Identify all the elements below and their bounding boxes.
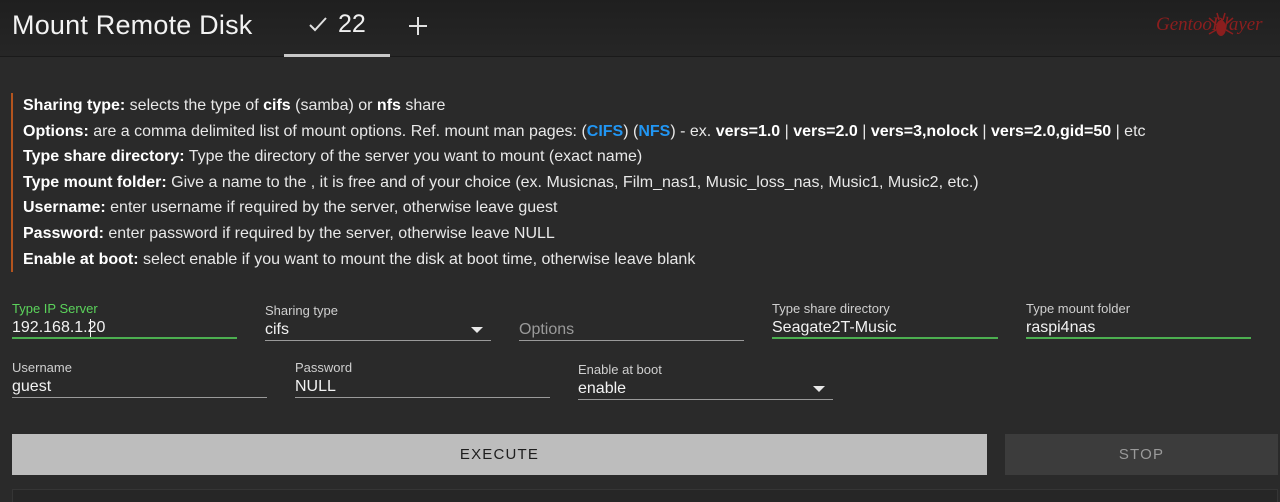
options-field[interactable]: Options — [519, 303, 744, 341]
help-mount-folder: Type mount folder: Give a name to the , … — [23, 170, 1271, 196]
options-input[interactable]: Options — [519, 319, 744, 341]
share-dir-value: Seagate2T-Music — [772, 319, 897, 336]
sharing-type-label: Sharing type — [265, 303, 338, 318]
help-text: enter password if required by the server… — [103, 224, 555, 242]
enable-boot-select[interactable]: Enable at boot enable — [578, 362, 833, 400]
help-label: Sharing type: — [23, 97, 126, 114]
password-input[interactable]: NULL — [295, 376, 550, 398]
help-text: select enable if you want to mount the d… — [138, 250, 696, 268]
tab-underline — [284, 54, 390, 57]
help-label: Type mount folder: — [23, 173, 167, 191]
help-text: selects the type of — [125, 97, 264, 114]
enable-boot-value-box[interactable]: enable — [578, 378, 833, 400]
enable-boot-value: enable — [578, 380, 627, 397]
cifs-link[interactable]: CIFS — [587, 123, 623, 140]
page-title: Mount Remote Disk — [12, 10, 253, 40]
options-label-spacer — [519, 303, 744, 319]
share-dir-field[interactable]: Type share directory Seagate2T-Music — [772, 301, 998, 339]
help-label: Username: — [23, 199, 106, 217]
help-username: Username: enter username if required by … — [23, 195, 1271, 221]
brand-logo: GentooPlayer — [1156, 12, 1276, 48]
help-share-dir: Type share directory: Type the directory… — [23, 144, 1271, 170]
help-example: vers=3,nolock — [870, 122, 978, 140]
output-panel — [12, 489, 1278, 502]
help-text: (samba) or — [290, 97, 377, 114]
app-header: Mount Remote Disk 22 GentooPlayer — [0, 0, 1280, 57]
password-label: Password — [295, 360, 353, 375]
help-label: Password: — [23, 224, 104, 242]
mount-folder-value: raspi4nas — [1026, 319, 1096, 336]
help-text: are a comma delimited list of mount opti… — [88, 122, 587, 140]
help-text: Give a name to the , it is free and of y… — [166, 173, 979, 191]
mount-folder-input[interactable]: raspi4nas — [1026, 317, 1251, 339]
help-keyword: nfs — [376, 97, 401, 114]
help-text: ) ( — [623, 122, 639, 140]
check-icon — [308, 14, 328, 39]
help-example: vers=2.0 — [793, 122, 858, 140]
stop-button[interactable]: STOP — [1005, 434, 1278, 475]
help-label: Options: — [23, 122, 89, 140]
mount-folder-label: Type mount folder — [1026, 301, 1131, 316]
help-text: | etc — [1111, 122, 1146, 140]
sharing-type-value-box[interactable]: cifs — [265, 319, 491, 341]
username-field[interactable]: Username guest — [12, 360, 267, 398]
help-block: Sharing type: selects the type of cifs (… — [11, 93, 1271, 273]
help-label: Enable at boot: — [23, 250, 139, 268]
text-caret — [90, 319, 91, 337]
chevron-down-icon — [471, 327, 483, 333]
help-text: enter username if required by the server… — [105, 199, 558, 217]
nfs-link[interactable]: NFS — [638, 123, 670, 140]
share-dir-input[interactable]: Seagate2T-Music — [772, 317, 998, 339]
help-example: vers=1.0 — [715, 122, 781, 140]
help-sep: | — [977, 122, 992, 140]
mount-folder-field[interactable]: Type mount folder raspi4nas — [1026, 301, 1251, 339]
help-text: share — [400, 97, 446, 114]
bug-icon — [1208, 12, 1234, 48]
help-text: ) - ex. — [670, 122, 716, 140]
help-label: Type share directory: — [23, 148, 185, 166]
sharing-type-value: cifs — [265, 321, 289, 338]
username-value: guest — [12, 378, 52, 395]
enable-boot-label: Enable at boot — [578, 362, 662, 377]
help-boot: Enable at boot: select enable if you wan… — [23, 247, 1271, 273]
help-password: Password: enter password if required by … — [23, 221, 1271, 247]
help-sharing-type: Sharing type: selects the type of cifs (… — [23, 93, 1271, 119]
help-sep: | — [857, 122, 871, 140]
ip-server-label: Type IP Server — [12, 301, 98, 316]
help-sep: | — [780, 122, 794, 140]
ip-server-input[interactable]: 192.168.1.20 — [12, 317, 237, 339]
password-value: NULL — [295, 378, 336, 395]
help-example: vers=2.0,gid=50 — [991, 122, 1112, 140]
tab-count: 22 — [338, 10, 366, 38]
password-field[interactable]: Password NULL — [295, 360, 550, 398]
help-text: Type the directory of the server you wan… — [184, 148, 643, 166]
ip-server-value: 192.168.1.20 — [12, 319, 106, 336]
share-dir-label: Type share directory — [772, 301, 890, 316]
help-keyword: cifs — [263, 97, 291, 114]
plus-icon[interactable] — [404, 12, 432, 40]
sharing-type-select[interactable]: Sharing type cifs — [265, 303, 491, 341]
options-placeholder: Options — [519, 321, 575, 338]
chevron-down-icon — [813, 386, 825, 392]
username-label: Username — [12, 360, 72, 375]
tab-active[interactable]: 22 — [284, 0, 390, 57]
execute-button[interactable]: EXECUTE — [12, 434, 987, 475]
username-input[interactable]: guest — [12, 376, 267, 398]
help-options: Options: are a comma delimited list of m… — [23, 119, 1271, 145]
ip-server-field[interactable]: Type IP Server 192.168.1.20 — [12, 301, 237, 339]
